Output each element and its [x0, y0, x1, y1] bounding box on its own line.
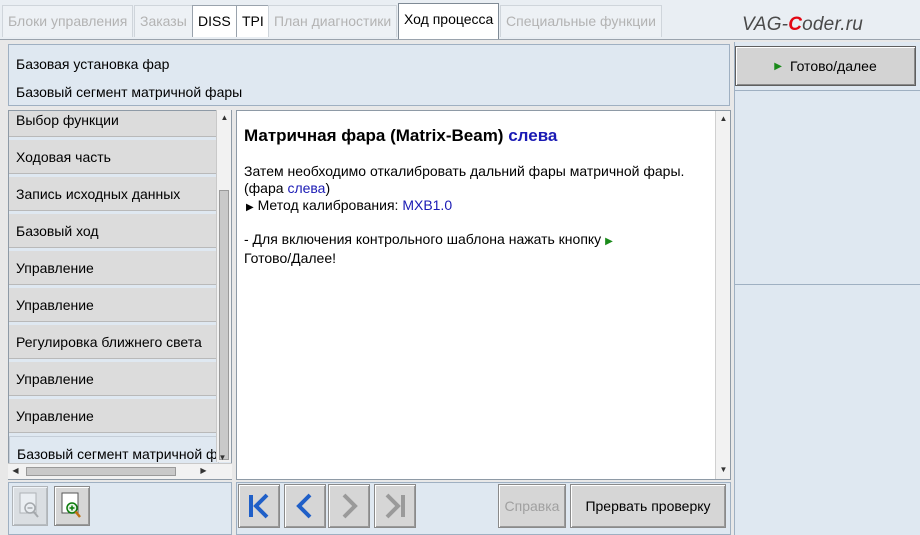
instruction-line: (фара слева): [244, 180, 704, 197]
hint-line: - Для включения контрольного шаблона наж…: [244, 231, 704, 250]
watermark-part2: C: [788, 14, 803, 35]
first-step-icon: [249, 493, 269, 519]
scroll-down-icon[interactable]: ▼: [716, 463, 731, 477]
zoom-in-icon: [61, 492, 81, 518]
scroll-right-icon[interactable]: ▶: [196, 464, 211, 478]
list-item[interactable]: Управление: [9, 362, 219, 396]
play-triangle-icon: ▶: [605, 236, 613, 247]
ready-next-button[interactable]: ▶ Готово/далее: [735, 46, 916, 86]
abort-test-button[interactable]: Прервать проверку: [570, 484, 726, 528]
watermark-part1: VAG-: [742, 14, 789, 35]
scroll-thumb[interactable]: [26, 467, 176, 476]
scroll-down-icon[interactable]: ▼: [215, 451, 230, 465]
list-item[interactable]: Базовый ход: [9, 214, 219, 248]
list-item[interactable]: Выбор функции: [9, 111, 219, 137]
next-step-icon: [342, 493, 358, 519]
method-line[interactable]: ▶ Метод калибрования: MXB1.0: [246, 197, 452, 213]
content-title: Матричная фара (Matrix-Beam) слева: [244, 126, 557, 146]
previous-step-icon: [296, 493, 312, 519]
hint-text: - Для включения контрольного шаблона наж…: [244, 231, 704, 267]
side-suffix: ): [325, 180, 331, 196]
tab-special-functions: Специальные функции: [500, 5, 662, 37]
list-item[interactable]: Управление: [9, 288, 219, 322]
ready-next-label: Готово/далее: [789, 58, 877, 74]
last-step-button[interactable]: [374, 484, 416, 528]
function-list: Выбор функции Ходовая часть Запись исход…: [8, 110, 232, 480]
list-item[interactable]: Запись исходных данных: [9, 177, 219, 211]
scroll-thumb[interactable]: [219, 190, 229, 460]
last-step-icon: [385, 493, 405, 519]
zoom-out-button[interactable]: [12, 486, 48, 526]
content-vertical-scrollbar[interactable]: ▲ ▼: [715, 111, 730, 479]
header-title: Базовая установка фар: [16, 56, 170, 72]
list-item[interactable]: Регулировка ближнего света: [9, 325, 219, 359]
right-divider: [734, 284, 920, 285]
instruction-line: Затем необходимо откалибровать дальний ф…: [244, 163, 685, 179]
expand-triangle-icon[interactable]: ▶: [246, 202, 254, 213]
watermark-part3: oder.ru: [802, 14, 864, 35]
right-panel: [734, 42, 920, 535]
first-step-button[interactable]: [238, 484, 280, 528]
zoom-out-icon: [19, 492, 39, 518]
header-subtitle: Базовый сегмент матричной фары: [16, 84, 243, 100]
help-button[interactable]: Справка: [498, 484, 566, 528]
watermark-logo: VAG-Coder.ru: [742, 14, 863, 36]
hint-prefix: - Для включения контрольного шаблона наж…: [244, 231, 602, 247]
list-horizontal-scrollbar[interactable]: ◀ ▶ ▼: [8, 453, 232, 479]
side-prefix: (фара: [244, 180, 284, 196]
scroll-up-icon[interactable]: ▲: [217, 111, 232, 125]
play-triangle-icon: ▶: [774, 60, 782, 72]
previous-step-button[interactable]: [284, 484, 326, 528]
scroll-up-icon[interactable]: ▲: [716, 112, 731, 126]
tab-orders: Заказы: [134, 5, 193, 37]
content-text: Затем необходимо откалибровать дальний ф…: [244, 163, 704, 197]
content-title-main: Матричная фара (Matrix-Beam): [244, 126, 504, 145]
tab-diss[interactable]: DISS: [192, 5, 237, 37]
next-step-button[interactable]: [328, 484, 370, 528]
side-value: слева: [287, 180, 326, 196]
zoom-in-button[interactable]: [54, 486, 90, 526]
tab-process[interactable]: Ход процесса: [398, 3, 500, 39]
method-value: MXB1.0: [402, 197, 453, 213]
list-item[interactable]: Управление: [9, 251, 219, 285]
hint-suffix: Готово/Далее!: [244, 250, 337, 266]
tab-control-units: Блоки управления: [2, 5, 134, 37]
list-item[interactable]: Управление: [9, 399, 219, 433]
scroll-left-icon[interactable]: ◀: [8, 464, 23, 478]
method-label: Метод калибрования:: [257, 197, 399, 213]
content-title-side: слева: [508, 126, 558, 145]
tab-tpi[interactable]: TPI: [236, 5, 270, 37]
tab-diagnostic-plan: План диагностики: [268, 5, 398, 37]
right-divider: [734, 90, 920, 91]
list-vertical-scrollbar[interactable]: ▲: [216, 110, 231, 462]
list-item[interactable]: Ходовая часть: [9, 140, 219, 174]
